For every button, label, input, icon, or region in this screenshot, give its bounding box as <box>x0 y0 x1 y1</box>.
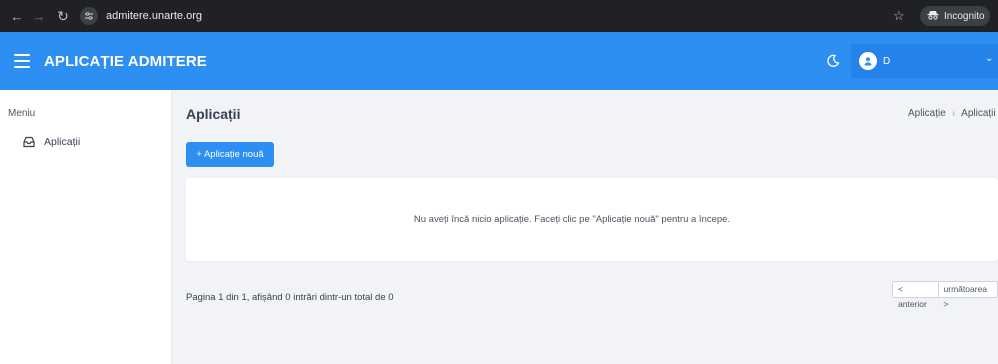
bookmark-star-icon[interactable]: ☆ <box>893 8 905 24</box>
user-avatar-icon <box>859 52 877 70</box>
user-menu[interactable]: D ⌄ <box>851 44 998 78</box>
empty-state-card: Nu aveți încă nicio aplicație. Faceți cl… <box>186 178 998 261</box>
sidebar-heading: Meniu <box>8 108 36 119</box>
forward-arrow-icon[interactable]: → <box>30 7 48 25</box>
sidebar-item-aplicatii[interactable]: Aplicații <box>8 132 158 152</box>
sidebar: Meniu Aplicații <box>0 90 172 364</box>
previous-page-button[interactable]: < anterior <box>893 282 939 309</box>
address-bar[interactable]: admitere.unarte.org <box>80 4 960 28</box>
sidebar-item-label: Aplicații <box>44 136 81 148</box>
app-title: APLICAȚIE ADMITERE <box>44 52 207 70</box>
chevron-right-icon: › <box>951 108 956 119</box>
app-header: APLICAȚIE ADMITERE D ⌄ <box>0 32 998 90</box>
page-title: Aplicații <box>186 106 241 122</box>
site-settings-icon[interactable] <box>80 7 98 25</box>
empty-state-message: Nu aveți încă nicio aplicație. Faceți cl… <box>413 214 731 225</box>
reload-icon[interactable]: ↻ <box>54 7 72 25</box>
pagination-info: Pagina 1 din 1, afișând 0 intrări dintr-… <box>186 292 394 303</box>
next-page-button[interactable]: următoarea > <box>939 282 997 309</box>
incognito-badge[interactable]: Incognito <box>920 6 990 26</box>
hamburger-menu-icon[interactable] <box>14 54 30 68</box>
breadcrumb-item[interactable]: Aplicație <box>908 108 946 119</box>
incognito-label: Incognito <box>944 10 985 22</box>
incognito-icon <box>927 10 939 23</box>
moon-icon[interactable] <box>826 54 840 68</box>
user-name: D <box>883 55 891 67</box>
breadcrumb-item: Aplicații <box>961 108 996 119</box>
pager: < anterior următoarea > <box>892 281 998 309</box>
url-text[interactable]: admitere.unarte.org <box>106 10 202 22</box>
back-arrow-icon[interactable]: ← <box>8 7 26 25</box>
chevron-down-icon[interactable]: ⌄ <box>985 53 993 64</box>
inbox-icon <box>22 135 36 149</box>
new-application-button[interactable]: + Aplicație nouă <box>186 142 274 167</box>
breadcrumb: Aplicație › Aplicații <box>908 108 996 119</box>
browser-toolbar: ← → ↻ admitere.unarte.org ☆ Incognito <box>0 0 998 32</box>
